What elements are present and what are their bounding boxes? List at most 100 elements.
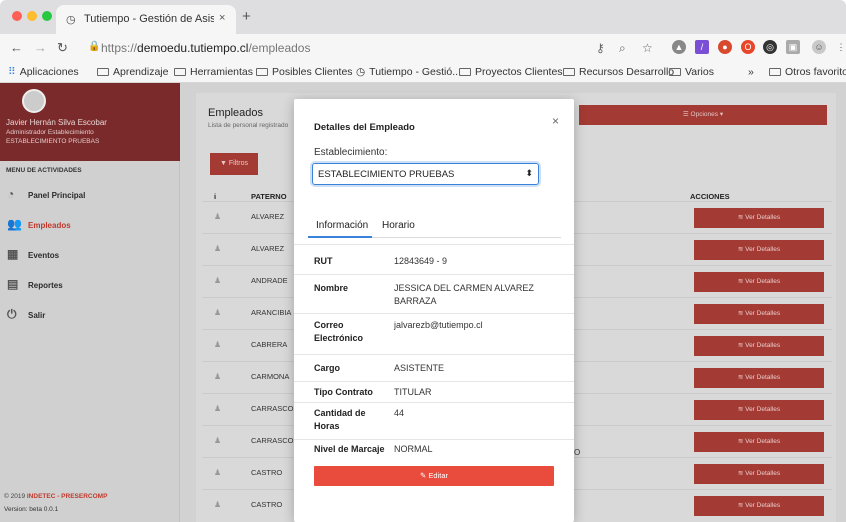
view-details-button[interactable]: ≋ Ver Detalles	[694, 496, 824, 516]
view-details-button[interactable]: ≋ Ver Detalles	[694, 432, 824, 452]
edit-button[interactable]: ✎ Editar	[314, 466, 554, 486]
tab-informacion[interactable]: Información	[316, 220, 368, 231]
address-bar[interactable]: 🔒 https://demoedu.tutiempo.cl/empleados …	[84, 37, 662, 59]
page-title: Empleados	[208, 107, 264, 119]
establishment-value: ESTABLECIMIENTO PRUEBAS	[318, 169, 455, 180]
other-bookmarks-folder[interactable]: Otros favoritos	[769, 66, 846, 78]
view-details-button[interactable]: ≋ Ver Detalles	[694, 400, 824, 420]
menu-dots-icon[interactable]: ⋮	[834, 40, 846, 54]
maximize-window-button[interactable]	[42, 11, 52, 21]
person-icon: ♟	[214, 468, 222, 477]
key-icon[interactable]: ⚷	[596, 41, 605, 55]
zoom-icon[interactable]: ⌕	[619, 41, 626, 56]
person-icon: ♟	[214, 340, 222, 349]
browser-window: ◷ Tutiempo - Gestión de Asistencia × + ←…	[0, 0, 846, 522]
detail-row: Nombre JESSICA DEL CARMEN ALVAREZ BARRAZ…	[294, 274, 574, 313]
tab-close-icon[interactable]: ×	[219, 12, 225, 24]
new-tab-button[interactable]: +	[242, 8, 251, 25]
detail-row: RUT 12843649 - 9	[294, 244, 574, 274]
power-icon: ⏻	[7, 307, 17, 321]
version-label: Version: beta 0.0.1	[4, 506, 59, 513]
back-icon[interactable]: ←	[10, 40, 23, 55]
folder-icon	[256, 68, 268, 76]
detail-row: Cantidad de Horas 44	[294, 402, 574, 439]
star-icon[interactable]: ☆	[642, 41, 653, 55]
list-icon: ☰	[682, 111, 691, 118]
user-role: Administrador Establecimiento	[6, 129, 94, 136]
folder-icon	[669, 68, 681, 76]
puzzle-extension-icon[interactable]: ▣	[786, 40, 800, 54]
view-details-button[interactable]: ≋ Ver Detalles	[694, 464, 824, 484]
view-details-button[interactable]: ≋ Ver Detalles	[694, 368, 824, 388]
avatar	[22, 89, 46, 113]
view-details-button[interactable]: ≋ Ver Detalles	[694, 304, 824, 324]
detail-row: Tipo Contrato TITULAR	[294, 381, 574, 402]
detail-row: Correo Electrónico jalvarezb@tutiempo.cl	[294, 313, 574, 354]
bookmark-folder[interactable]: Proyectos Clientes	[459, 66, 563, 78]
bookmarks-bar: ⠿ Aplicaciones Aprendizaje Herramientas P…	[0, 62, 846, 83]
view-details-button[interactable]: ≋ Ver Detalles	[694, 240, 824, 260]
bookmark-folder[interactable]: Aprendizaje	[97, 66, 168, 78]
person-icon: ♟	[214, 244, 222, 253]
options-button[interactable]: ☰ Opciones ▾	[579, 105, 827, 125]
sidebar-item-eventos[interactable]: ▦ Eventos	[6, 246, 174, 266]
sidebar-item-salir[interactable]: ⏻ Salir	[6, 306, 174, 326]
view-details-button[interactable]: ≋ Ver Detalles	[694, 272, 824, 292]
profile-header: Javier Hernán Silva Escobar Administrado…	[0, 83, 180, 161]
modal-title: Detalles del Empleado	[314, 122, 415, 133]
establishment-select[interactable]: ESTABLECIMIENTO PRUEBAS ⬍	[312, 163, 539, 185]
folder-icon	[97, 68, 109, 76]
cell-fragment: O	[574, 448, 581, 457]
apps-bookmark[interactable]: ⠿ Aplicaciones	[8, 66, 79, 78]
calendar-icon: ▦	[7, 247, 19, 261]
close-window-button[interactable]	[12, 11, 22, 21]
person-icon: ♟	[214, 212, 222, 221]
minimize-window-button[interactable]	[27, 11, 37, 21]
detail-row: Cargo ASISTENTE	[294, 354, 574, 381]
extension-icon[interactable]: ▲	[672, 40, 686, 54]
bookmark-link[interactable]: ◷ Tutiempo - Gestió...	[356, 66, 461, 78]
folder-icon	[459, 68, 471, 76]
bookmark-folder[interactable]: Herramientas	[174, 66, 253, 78]
folder-icon	[174, 68, 186, 76]
lock-icon: 🔒	[88, 41, 101, 52]
user-establishment: ESTABLECIMIENTO PRUEBAS	[6, 138, 100, 145]
tab-strip: ◷ Tutiempo - Gestión de Asistencia × +	[0, 0, 846, 34]
copyright: © 2019 INDETEC - PRESERCOMP	[4, 493, 108, 500]
bookmark-folder[interactable]: Recursos Desarrollo	[563, 66, 674, 78]
person-icon: ♟	[214, 404, 222, 413]
url-text: https://demoedu.tutiempo.cl/empleados	[101, 41, 311, 55]
sidebar-item-empleados[interactable]: 👥 Empleados	[6, 216, 174, 236]
bookmark-folder[interactable]: Varios	[669, 66, 714, 78]
employee-details-modal: Detalles del Empleado × Establecimiento:…	[294, 99, 574, 522]
opera-extension-icon[interactable]: O	[741, 40, 755, 54]
close-icon[interactable]: ×	[552, 114, 559, 128]
filter-button[interactable]: ▼ Filtros	[210, 153, 258, 175]
bookmarks-overflow[interactable]: »	[748, 66, 754, 78]
person-icon: ♟	[214, 372, 222, 381]
tab-title: Tutiempo - Gestión de Asistencia	[84, 13, 214, 25]
view-details-button[interactable]: ≋ Ver Detalles	[694, 336, 824, 356]
sync-extension-icon[interactable]: ◎	[763, 40, 777, 54]
reload-icon[interactable]: ↻	[57, 40, 68, 56]
browser-tab[interactable]: ◷ Tutiempo - Gestión de Asistencia ×	[56, 5, 236, 34]
tab-horario[interactable]: Horario	[382, 220, 415, 231]
folder-icon	[563, 68, 575, 76]
clock-icon: ◷	[66, 14, 76, 26]
sidebar-item-panel-principal[interactable]: ◔ Panel Principal	[6, 186, 174, 206]
clock-icon: ◷	[356, 66, 366, 78]
person-icon: ♟	[214, 436, 222, 445]
users-icon: 👥	[7, 217, 22, 231]
select-arrows-icon: ⬍	[525, 168, 533, 178]
adblock-extension-icon[interactable]: ●	[718, 40, 732, 54]
sidebar-item-reportes[interactable]: ▤ Reportes	[6, 276, 174, 296]
view-details-button[interactable]: ≋ Ver Detalles	[694, 208, 824, 228]
bookmark-folder[interactable]: Posibles Clientes	[256, 66, 353, 78]
dashboard-icon: ◔	[7, 187, 15, 201]
person-icon: ♟	[214, 308, 222, 317]
person-icon: ♟	[214, 276, 222, 285]
forward-icon[interactable]: →	[34, 40, 47, 55]
menu-header: MENU DE ACTIVIDADES	[6, 167, 82, 174]
profile-avatar-icon[interactable]: ☺	[812, 40, 826, 54]
pen-extension-icon[interactable]: /	[695, 40, 709, 54]
